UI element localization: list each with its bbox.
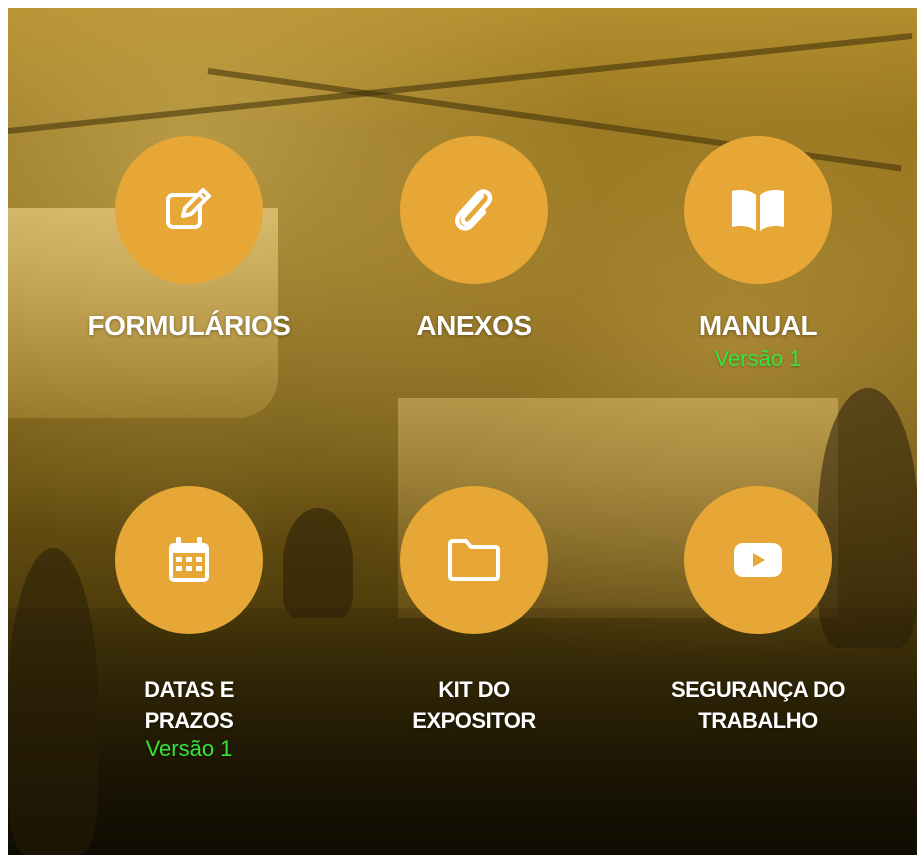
book-icon [729, 187, 787, 233]
menu-item-seguranca-do-trabalho[interactable]: SEGURANÇA DO TRABALHO [638, 486, 878, 736]
datas-e-prazos-label-line2: PRAZOS [144, 708, 234, 733]
seguranca-do-trabalho-button[interactable] [684, 486, 832, 634]
calendar-icon [166, 535, 212, 585]
kit-do-expositor-label[interactable]: KIT DO EXPOSITOR [354, 674, 594, 736]
menu-item-datas-e-prazos[interactable]: DATAS E PRAZOS Versão 1 [69, 486, 309, 762]
kit-do-expositor-label-line1: KIT DO [438, 677, 510, 702]
seguranca-do-trabalho-label-line2: TRABALHO [698, 708, 818, 733]
seguranca-do-trabalho-label[interactable]: SEGURANÇA DO TRABALHO [638, 674, 878, 736]
background-ceiling [8, 8, 917, 128]
datas-e-prazos-version-text: Versão 1 [145, 736, 233, 761]
manual-label[interactable]: MANUAL [638, 310, 878, 342]
menu-item-manual[interactable]: MANUAL Versão 1 [638, 136, 878, 372]
paperclip-icon [446, 182, 502, 238]
menu-item-formularios[interactable]: FORMULÁRIOS [69, 136, 309, 342]
datas-e-prazos-label[interactable]: DATAS E PRAZOS [69, 674, 309, 736]
menu-item-anexos[interactable]: ANEXOS [354, 136, 594, 342]
manual-button[interactable] [684, 136, 832, 284]
folder-icon [446, 538, 502, 582]
formularios-button[interactable] [115, 136, 263, 284]
edit-icon [163, 184, 215, 236]
seguranca-do-trabalho-label-line1: SEGURANÇA DO [670, 677, 846, 702]
anexos-label[interactable]: ANEXOS [354, 310, 594, 342]
menu-item-kit-do-expositor[interactable]: KIT DO EXPOSITOR [354, 486, 594, 736]
manual-version-text: Versão 1 [714, 346, 802, 371]
datas-e-prazos-button[interactable] [115, 486, 263, 634]
kit-do-expositor-button[interactable] [400, 486, 548, 634]
youtube-play-icon [732, 541, 784, 579]
formularios-label[interactable]: FORMULÁRIOS [69, 310, 309, 342]
kit-do-expositor-label-line2: EXPOSITOR [412, 708, 536, 733]
datas-e-prazos-label-line1: DATAS E [144, 677, 234, 702]
menu-panel: FORMULÁRIOS ANEXOS MANUAL Versão 1 DATAS… [8, 8, 917, 855]
anexos-button[interactable] [400, 136, 548, 284]
